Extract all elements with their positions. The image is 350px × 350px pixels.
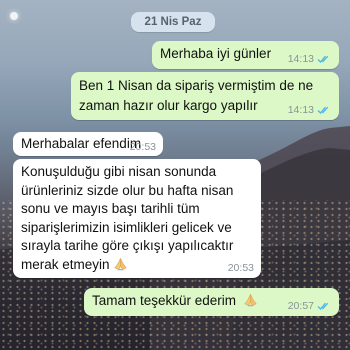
message-time: 20:53 xyxy=(129,141,156,153)
folded-hands-emoji-icon xyxy=(244,294,257,307)
message-meta: 14:13 xyxy=(288,104,332,116)
message-bubble-outgoing[interactable]: Tamam teşekkür ederim 20:57 xyxy=(84,288,339,316)
message-text: Merhaba iyi günler xyxy=(160,46,272,61)
moon xyxy=(10,12,18,20)
message-bubble-outgoing[interactable]: Merhaba iyi günler 14:13 xyxy=(152,41,339,69)
message-text: Merhabalar efendim xyxy=(21,136,142,151)
message-line: merak etmeyin xyxy=(21,256,110,272)
message-meta: 20:57 xyxy=(288,300,332,312)
message-bubble-incoming[interactable]: Konuşulduğu gibi nisan sonunda ürünlerin… xyxy=(13,159,261,278)
read-ticks-icon xyxy=(317,302,329,310)
message-line: sırayla tarihe göre çıkışı yapılıcaktır xyxy=(21,238,234,253)
message-line: siparişlerimizin isimlikleri gelicek ve xyxy=(21,219,232,235)
message-meta: 20:53 xyxy=(228,262,254,274)
read-ticks-icon xyxy=(317,55,329,63)
message-meta: 20:53 xyxy=(130,141,156,153)
read-ticks-icon xyxy=(317,106,329,114)
message-line: Konuşulduğu gibi nisan sonunda xyxy=(21,164,217,179)
message-bubble-outgoing[interactable]: Ben 1 Nisan da sipariş vermiştim de ne z… xyxy=(71,72,339,120)
message-time: 14:13 xyxy=(287,53,314,65)
message-bubble-incoming[interactable]: Merhabalar efendim 20:53 xyxy=(13,132,163,156)
message-time: 20:57 xyxy=(287,300,314,312)
message-line: Ben 1 Nisan da sipariş vermiştim de ne xyxy=(79,78,314,93)
message-line: sonu ve mayıs başı tarihli tüm xyxy=(21,201,200,216)
message-line: ürünleriniz sizde olur bu hafta nisan xyxy=(21,182,234,198)
message-time: 14:13 xyxy=(287,104,314,116)
date-separator: 21 Nis Paz xyxy=(131,12,215,32)
message-line-last: merak etmeyin xyxy=(21,256,253,275)
folded-hands-emoji-icon xyxy=(114,257,127,270)
message-time: 20:53 xyxy=(227,262,254,274)
message-text: Tamam teşekkür ederim xyxy=(92,293,237,308)
message-meta: 14:13 xyxy=(288,53,332,65)
